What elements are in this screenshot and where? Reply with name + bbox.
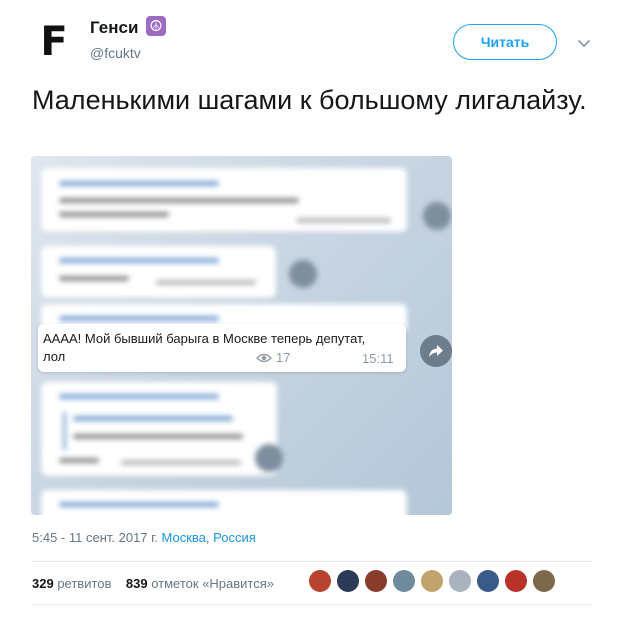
liker-avatar[interactable] [421, 570, 443, 592]
divider [32, 604, 592, 605]
message-bubble [41, 246, 276, 298]
message-bubble [41, 490, 407, 515]
liker-avatar[interactable] [309, 570, 331, 592]
message-views: 17 [256, 350, 290, 365]
author-name[interactable]: Генси [90, 18, 138, 38]
tweet-media[interactable]: АААА! Мой бывший барыга в Москве теперь … [31, 156, 452, 515]
location-city-link[interactable]: Москва [162, 530, 206, 545]
share-icon [255, 444, 283, 472]
eye-icon [256, 353, 272, 362]
chevron-down-icon[interactable] [574, 34, 594, 54]
location-country-link[interactable]: Россия [213, 530, 256, 545]
liker-avatar[interactable] [337, 570, 359, 592]
author-avatar[interactable]: F [30, 18, 78, 66]
views-count: 17 [276, 350, 291, 365]
liker-avatar[interactable] [505, 570, 527, 592]
share-icon [420, 335, 452, 367]
peace-emoji-icon: ☮ [146, 16, 166, 36]
message-bubble [41, 168, 407, 232]
highlighted-message: АААА! Мой бывший барыга в Москве теперь … [38, 324, 406, 372]
tweet-text: Маленькими шагами к большому лигалайзу. [32, 85, 587, 115]
tweet-stats: 329 ретвитов 839 отметок «Нравится» [32, 576, 274, 591]
likes-label: отметок «Нравится» [151, 576, 275, 591]
retweets-stat[interactable]: 329 ретвитов [32, 576, 111, 591]
message-time: 15:11 [362, 351, 394, 366]
tweet-timestamp: 5:45 - 11 сент. 2017 г. Москва, Россия [32, 530, 256, 545]
message-bubble [41, 382, 277, 476]
timestamp-text[interactable]: 5:45 - 11 сент. 2017 г. [32, 530, 158, 545]
share-icon [423, 202, 451, 230]
divider [32, 561, 592, 562]
retweets-count: 329 [32, 576, 54, 591]
likes-stat[interactable]: 839 отметок «Нравится» [126, 576, 274, 591]
liker-avatar[interactable] [393, 570, 415, 592]
share-icon [289, 260, 317, 288]
liker-avatar[interactable] [365, 570, 387, 592]
author-handle[interactable]: @fcuktv [90, 45, 141, 61]
avatar-letter: F [40, 19, 68, 65]
liker-avatar[interactable] [477, 570, 499, 592]
message-text: АААА! Мой бывший барыга в Москве теперь … [43, 331, 366, 364]
retweets-label: ретвитов [57, 576, 112, 591]
liker-avatar[interactable] [449, 570, 471, 592]
follow-button[interactable]: Читать [453, 24, 557, 60]
liker-avatar[interactable] [533, 570, 555, 592]
likes-count: 839 [125, 576, 148, 591]
